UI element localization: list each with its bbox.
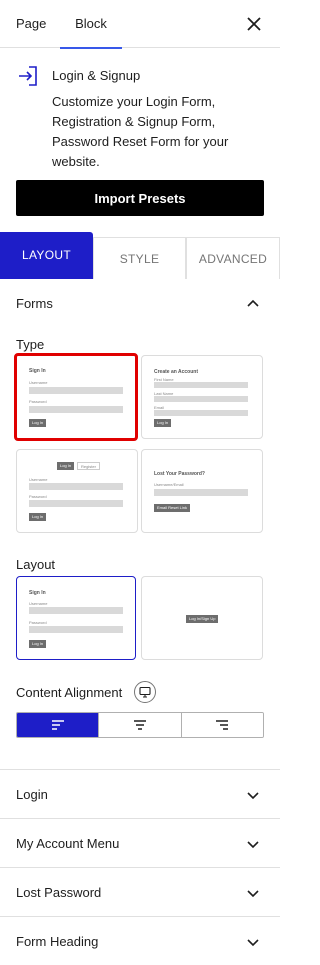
thumb-field [154,396,248,402]
type-option-login-register[interactable]: Log In Register Username Password Log In [16,449,138,533]
desktop-icon [139,686,151,698]
thumb-field [154,382,248,388]
panel-form-heading-title: Form Heading [16,934,99,949]
tab-style[interactable]: STYLE [93,237,186,279]
thumb-field-label: Username/Email [154,482,184,487]
panel-my-account-menu-title: My Account Menu [16,836,120,851]
panel-my-account-menu[interactable]: My Account Menu [0,818,280,867]
tab-page[interactable]: Page [16,0,46,48]
tab-advanced[interactable]: ADVANCED [186,237,280,279]
thumb-field-label: Username [29,477,48,482]
align-left-icon [51,720,64,730]
section-tabs: LAYOUT STYLE ADVANCED [0,232,280,279]
thumb-tab-login: Log In [57,462,75,470]
sidebar-tabs: Page Block [0,0,280,49]
chevron-down-icon [247,890,259,898]
thumb-heading: Sign In [29,590,46,596]
layout-option-popup[interactable]: Log In/Sign Up [141,576,263,660]
panel-form-heading[interactable]: Form Heading [0,916,280,965]
thumb-field-label: Username [29,380,48,385]
thumb-tab-register: Register [77,462,100,470]
thumb-button: Email Reset Link [154,504,191,512]
type-label: Type [16,337,45,352]
thumb-field [29,626,123,633]
align-center-icon [133,720,146,730]
thumb-field [29,607,123,614]
thumb-field [29,483,123,490]
panel-lost-password-title: Lost Password [16,885,102,900]
close-icon[interactable] [244,14,264,34]
align-center-button[interactable] [99,713,182,737]
thumb-field-label: Username [29,601,48,606]
layout-option-inline[interactable]: Sign In Username Password Log In [16,576,136,660]
thumb-button: Log In [154,419,172,427]
forms-panel-title: Forms [16,296,53,311]
thumb-field [29,406,123,413]
layout-label: Layout [16,557,56,572]
thumb-field [154,489,248,496]
import-presets-button[interactable]: Import Presets [16,180,264,216]
tab-block[interactable]: Block [60,0,122,49]
thumb-button: Log In [29,513,47,521]
panel-lost-password[interactable]: Lost Password [0,867,280,916]
thumb-field [154,410,248,416]
thumb-button: Log In [29,640,47,648]
forms-panel-header[interactable]: Forms [0,279,280,329]
chevron-up-icon [247,299,259,307]
type-option-lost-password[interactable]: Lost Your Password? Username/Email Email… [141,449,263,533]
align-right-icon [216,720,229,730]
login-icon [19,66,37,86]
align-right-button[interactable] [181,713,263,737]
thumb-field-label: Password [29,620,47,625]
chevron-down-icon [247,939,259,947]
block-title: Login & Signup [52,68,141,83]
thumb-heading: Lost Your Password? [154,471,205,477]
thumb-field-label: Password [29,494,47,499]
chevron-down-icon [247,792,259,800]
chevron-down-icon [247,841,259,849]
thumb-field [29,500,123,507]
type-option-register[interactable]: Create an Account First Name Last Name E… [141,355,263,439]
responsive-device-button[interactable] [134,681,156,703]
align-left-button[interactable] [17,713,100,737]
thumb-heading: Sign In [29,368,46,374]
alignment-label: Content Alignment [16,685,123,700]
panel-login[interactable]: Login [0,769,280,818]
panel-login-title: Login [16,787,48,802]
thumb-button: Log In/Sign Up [186,615,219,623]
thumb-field [29,387,123,394]
thumb-button: Log In [29,419,47,427]
block-description: Customize your Login Form, Registration … [52,94,229,169]
type-option-sign-in[interactable]: Sign In Username Password Log In [14,353,138,441]
thumb-heading: Create an Account [154,369,198,375]
tab-layout[interactable]: LAYOUT [0,232,93,279]
thumb-field-label: Password [29,399,47,404]
content-alignment-control [16,712,264,738]
